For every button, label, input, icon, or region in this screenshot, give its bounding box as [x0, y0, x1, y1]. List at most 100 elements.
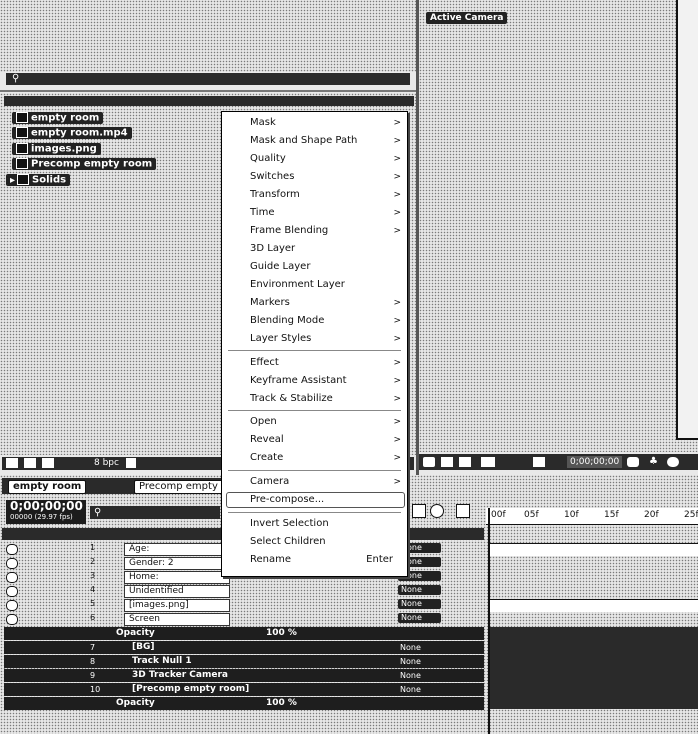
- menu-item-select-children[interactable]: Select Children: [222, 534, 407, 550]
- menu-item-frame-blending[interactable]: Frame Blending >: [222, 223, 407, 239]
- timeline-timecode[interactable]: 0;00;00;00 00000 (29.97 fps): [6, 500, 86, 524]
- menu-item-blending-mode[interactable]: Blending Mode >: [222, 313, 407, 329]
- menu-item-quality[interactable]: Quality >: [222, 151, 407, 167]
- layer-duration-bar[interactable]: [490, 627, 698, 709]
- parent-select[interactable]: None: [400, 683, 421, 696]
- timeline-tab-precomp[interactable]: Precomp empty: [134, 480, 223, 494]
- layer-row-selected[interactable]: 10 [Precomp empty room] None: [4, 683, 484, 696]
- menu-item-time[interactable]: Time >: [222, 205, 407, 221]
- viewer-timecode[interactable]: 0;00;00;00: [567, 456, 623, 468]
- project-item-solids[interactable]: ▸ Solids: [6, 174, 71, 186]
- menu-item-switches[interactable]: Switches >: [222, 169, 407, 185]
- layer-name[interactable]: Home:: [124, 571, 230, 584]
- menu-item-markers[interactable]: Markers >: [222, 295, 407, 311]
- region-icon[interactable]: [459, 457, 471, 467]
- menu-item-rename[interactable]: Rename Enter: [222, 552, 407, 568]
- layer-row[interactable]: 6 Screen None: [0, 613, 488, 626]
- layer-name[interactable]: [BG]: [132, 641, 154, 654]
- menu-item-label: Invert Selection: [250, 518, 329, 529]
- layer-row-selected[interactable]: 7 [BG] None: [4, 641, 484, 654]
- menu-item-environment-layer[interactable]: Environment Layer: [222, 277, 407, 293]
- timeline-tab-empty-room[interactable]: empty room: [8, 480, 87, 494]
- visibility-icon[interactable]: [6, 558, 18, 569]
- opacity-row[interactable]: Opacity 100 %: [4, 627, 484, 640]
- mask-icon[interactable]: [533, 457, 545, 467]
- layer-row[interactable]: 4 Unidentified None: [0, 585, 488, 598]
- layer-row-selected[interactable]: 8 Track Null 1 None: [4, 655, 484, 668]
- frame-blend-icon[interactable]: [456, 504, 470, 518]
- project-item-mp4[interactable]: empty room.mp4: [12, 127, 132, 139]
- menu-item-label: Select Children: [250, 536, 326, 547]
- channel-icon[interactable]: [667, 457, 679, 467]
- layer-row-selected[interactable]: 9 3D Tracker Camera None: [4, 669, 484, 682]
- search-icon: ⚲: [94, 507, 102, 518]
- layer-name[interactable]: Screen: [124, 613, 230, 626]
- layer-duration-bar[interactable]: [490, 599, 698, 612]
- layer-name[interactable]: Gender: 2: [124, 557, 230, 570]
- motion-blur-icon[interactable]: [430, 504, 444, 518]
- menu-item-pre-compose[interactable]: Pre-compose...: [222, 492, 407, 508]
- menu-item-effect[interactable]: Effect >: [222, 355, 407, 371]
- menu-item-label: Switches: [250, 171, 295, 182]
- menu-item-mask-shape-path[interactable]: Mask and Shape Path >: [222, 133, 407, 149]
- parent-select[interactable]: None: [400, 669, 421, 682]
- layer-name[interactable]: Track Null 1: [132, 655, 192, 668]
- menu-item-guide-layer[interactable]: Guide Layer: [222, 259, 407, 275]
- time-ruler[interactable]: [486, 508, 698, 525]
- ruler-tick: 05f: [522, 510, 541, 520]
- menu-item-track-stabilize[interactable]: Track & Stabilize >: [222, 391, 407, 407]
- opacity-value[interactable]: 100 %: [266, 627, 297, 640]
- opacity-label: Opacity: [116, 628, 155, 638]
- opacity-value[interactable]: 100 %: [266, 697, 297, 710]
- parent-select[interactable]: None: [398, 613, 441, 623]
- trash-icon[interactable]: [126, 458, 136, 468]
- visibility-icon[interactable]: [6, 572, 18, 583]
- expand-arrow-icon[interactable]: ▸: [10, 175, 15, 186]
- menu-item-3d-layer[interactable]: 3D Layer: [222, 241, 407, 257]
- timeline-search-field[interactable]: ⚲: [90, 506, 220, 519]
- graph-editor-icon[interactable]: [412, 504, 426, 518]
- submenu-arrow-icon: >: [393, 208, 401, 218]
- project-search-bar[interactable]: ⚲: [6, 73, 410, 85]
- magnification-icon[interactable]: [423, 457, 435, 467]
- layer-name[interactable]: 3D Tracker Camera: [132, 669, 228, 682]
- menu-item-reveal[interactable]: Reveal >: [222, 432, 407, 448]
- visibility-icon[interactable]: [6, 586, 18, 597]
- parent-select[interactable]: None: [398, 599, 441, 609]
- menu-item-keyframe-assistant[interactable]: Keyframe Assistant >: [222, 373, 407, 389]
- layer-name[interactable]: Age:: [124, 543, 230, 556]
- visibility-icon[interactable]: [6, 600, 18, 611]
- layer-row[interactable]: 5 [images.png] None: [0, 599, 488, 612]
- layer-name[interactable]: [Precomp empty room]: [132, 683, 249, 696]
- parent-select[interactable]: None: [400, 655, 421, 668]
- grid-icon[interactable]: [481, 457, 495, 467]
- parent-select[interactable]: None: [398, 585, 441, 595]
- project-item-precomp[interactable]: Precomp empty room: [12, 158, 157, 170]
- new-folder-icon[interactable]: [24, 458, 36, 468]
- layer-context-menu: Mask > Mask and Shape Path > Quality > Swit…: [221, 111, 408, 577]
- menu-item-invert-selection[interactable]: Invert Selection: [222, 516, 407, 532]
- interpret-footage-icon[interactable]: [6, 458, 18, 468]
- layer-duration-bar[interactable]: [490, 543, 698, 556]
- menu-item-layer-styles[interactable]: Layer Styles >: [222, 331, 407, 347]
- layer-name[interactable]: [images.png]: [124, 599, 230, 612]
- layer-name[interactable]: Unidentified: [124, 585, 230, 598]
- snapshot-icon[interactable]: [627, 457, 639, 467]
- menu-item-transform[interactable]: Transform >: [222, 187, 407, 203]
- menu-item-mask[interactable]: Mask >: [222, 115, 407, 131]
- bpc-label[interactable]: 8 bpc: [94, 457, 119, 470]
- menu-item-create[interactable]: Create >: [222, 450, 407, 466]
- menu-item-label: Blending Mode: [250, 315, 325, 326]
- parent-select[interactable]: None: [400, 641, 421, 654]
- menu-item-open[interactable]: Open >: [222, 414, 407, 430]
- visibility-icon[interactable]: [6, 544, 18, 555]
- menu-item-camera[interactable]: Camera >: [222, 474, 407, 490]
- show-snapshot-icon[interactable]: ♣: [649, 456, 658, 467]
- tab-label: empty room: [13, 481, 82, 492]
- new-composition-icon[interactable]: [42, 458, 54, 468]
- visibility-icon[interactable]: [6, 614, 18, 625]
- resolution-icon[interactable]: [441, 457, 453, 467]
- project-item-empty-room[interactable]: empty room: [12, 112, 104, 124]
- opacity-row[interactable]: Opacity 100 %: [4, 697, 484, 710]
- project-item-images[interactable]: images.png: [12, 143, 101, 155]
